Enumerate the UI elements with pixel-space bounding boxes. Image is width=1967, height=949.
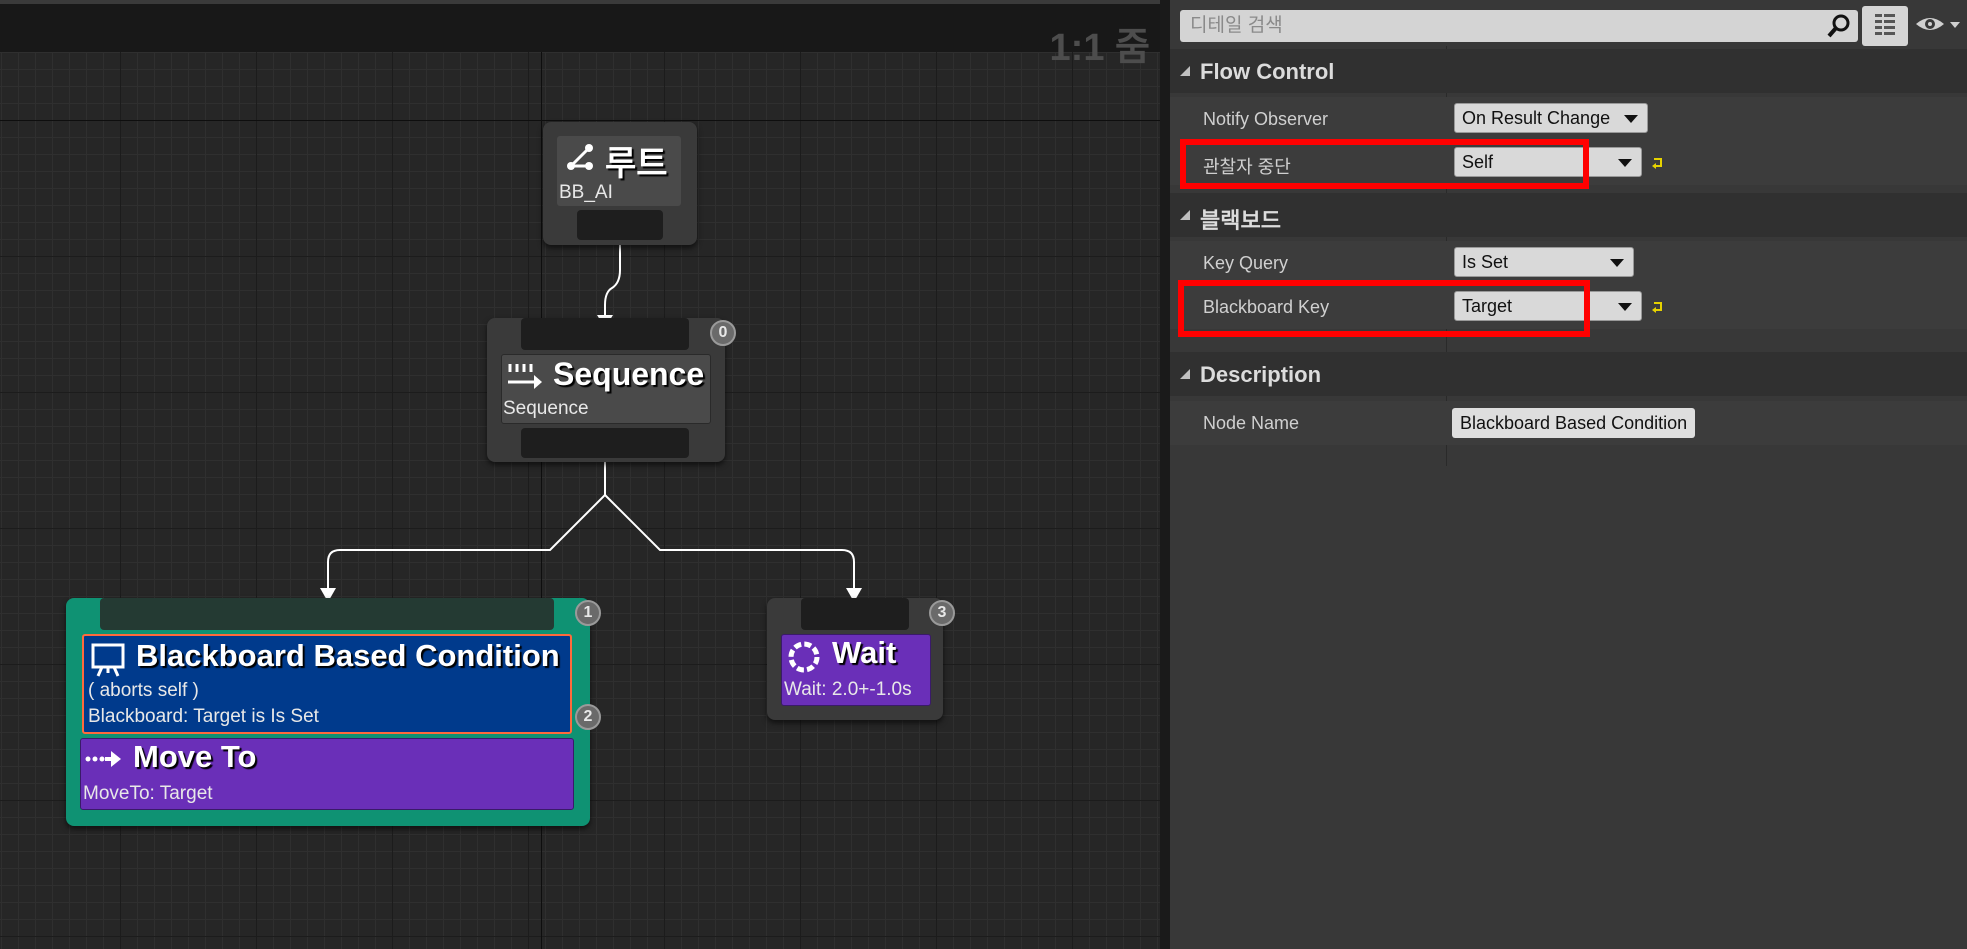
dropdown-value: On Result Change <box>1462 108 1611 128</box>
wait-subtitle: Wait: 2.0+-1.0s <box>784 679 912 700</box>
sequence-icon <box>506 362 544 396</box>
blackboard-decorator-condition: Blackboard: Target is Is Set <box>88 706 319 727</box>
wire-sequence-to-wait <box>604 494 855 590</box>
reset-to-default-icon[interactable] <box>1650 155 1666 171</box>
blackboard-icon <box>90 642 126 682</box>
move-to-input-pin[interactable] <box>100 598 554 630</box>
eye-icon <box>1916 18 1960 30</box>
wire-sequence-to-left <box>327 462 606 590</box>
sequence-node[interactable]: Sequence Sequence 0 <box>487 318 736 462</box>
property-label: Node Name <box>1203 413 1300 433</box>
root-subtitle: BB_AI <box>559 182 613 203</box>
behavior-tree-graph[interactable]: 1:1 줌 루트 BB_AI Sequence Sequence 0 1 Bla… <box>0 0 1160 949</box>
collapse-arrow-icon <box>1180 210 1190 220</box>
category-title: 블랙보드 <box>1200 208 1281 233</box>
collapse-arrow-icon <box>1180 369 1190 379</box>
sequence-input-pin[interactable] <box>521 318 689 350</box>
reset-to-default-icon[interactable] <box>1650 299 1666 315</box>
wire-root-to-sequence <box>604 245 621 318</box>
root-icon <box>565 142 595 176</box>
category-blackboard[interactable]: 블랙보드 <box>1170 193 1967 237</box>
category-title: Flow Control <box>1200 59 1335 84</box>
move-to-node-selected[interactable]: 1 Blackboard Based Condition ( aborts se… <box>66 598 601 826</box>
property-notify-observer: Notify Observer On Result Change <box>1170 97 1967 141</box>
category-description[interactable]: Description <box>1170 352 1967 396</box>
category-flow-control[interactable]: Flow Control <box>1170 49 1967 93</box>
blackboard-decorator-aborts: ( aborts self ) <box>88 680 199 701</box>
move-to-task[interactable]: Move To MoveTo: Target <box>80 738 574 810</box>
dropdown-value: Is Set <box>1462 252 1509 272</box>
move-to-subtitle: MoveTo: Target <box>83 783 213 804</box>
decorator-index-badge: 2 <box>575 704 601 730</box>
collapse-arrow-icon <box>1180 66 1190 76</box>
sequence-output-pin[interactable] <box>521 428 689 458</box>
category-title: Description <box>1200 362 1322 387</box>
search-placeholder: 디테일 검색 <box>1190 15 1283 36</box>
chevron-down-icon <box>1618 303 1632 311</box>
wait-index-badge: 3 <box>929 600 955 626</box>
panel-splitter[interactable] <box>1160 0 1170 949</box>
sequence-title: Sequence <box>553 356 705 392</box>
details-search-input[interactable]: 디테일 검색 <box>1180 10 1858 42</box>
wait-title: Wait <box>832 635 897 670</box>
property-label: Key Query <box>1203 253 1289 273</box>
chevron-down-icon <box>1624 115 1638 123</box>
move-to-icon <box>85 747 123 775</box>
node-name-input[interactable]: Blackboard Based Condition <box>1452 408 1696 438</box>
highlight-observer-aborts <box>1180 139 1589 189</box>
wait-icon <box>786 639 822 679</box>
move-to-index-badge: 1 <box>575 600 601 626</box>
search-icon[interactable] <box>1826 13 1852 50</box>
root-title: 루트 <box>605 145 668 183</box>
wait-task[interactable]: Wait Wait: 2.0+-1.0s <box>781 634 931 706</box>
notify-observer-dropdown[interactable]: On Result Change <box>1454 103 1648 133</box>
property-label: Notify Observer <box>1203 109 1329 129</box>
chevron-down-icon <box>1618 159 1632 167</box>
highlight-blackboard-key <box>1178 280 1590 337</box>
wait-node[interactable]: 3 Wait Wait: 2.0+-1.0s <box>767 598 955 720</box>
details-panel: 디테일 검색 Flow Control Notify Observer On R… <box>1170 0 1967 949</box>
property-node-name: Node Name Blackboard Based Condition <box>1170 401 1967 445</box>
wait-input-pin[interactable] <box>801 598 909 630</box>
blackboard-decorator-title: Blackboard Based Condition <box>136 638 560 673</box>
chevron-down-icon <box>1610 259 1624 267</box>
grid-icon <box>1875 14 1895 35</box>
view-options-button[interactable] <box>1914 10 1962 42</box>
property-key-query: Key Query Is Set <box>1170 241 1967 285</box>
root-node[interactable]: 루트 BB_AI <box>543 122 697 245</box>
root-output-pin[interactable] <box>577 210 663 240</box>
property-matrix-button[interactable] <box>1862 6 1908 46</box>
sequence-index-badge: 0 <box>710 320 736 346</box>
sequence-subtitle: Sequence <box>503 398 589 419</box>
move-to-title: Move To <box>133 739 257 774</box>
blackboard-decorator[interactable]: Blackboard Based Condition ( aborts self… <box>82 634 572 734</box>
key-query-dropdown[interactable]: Is Set <box>1454 247 1634 277</box>
